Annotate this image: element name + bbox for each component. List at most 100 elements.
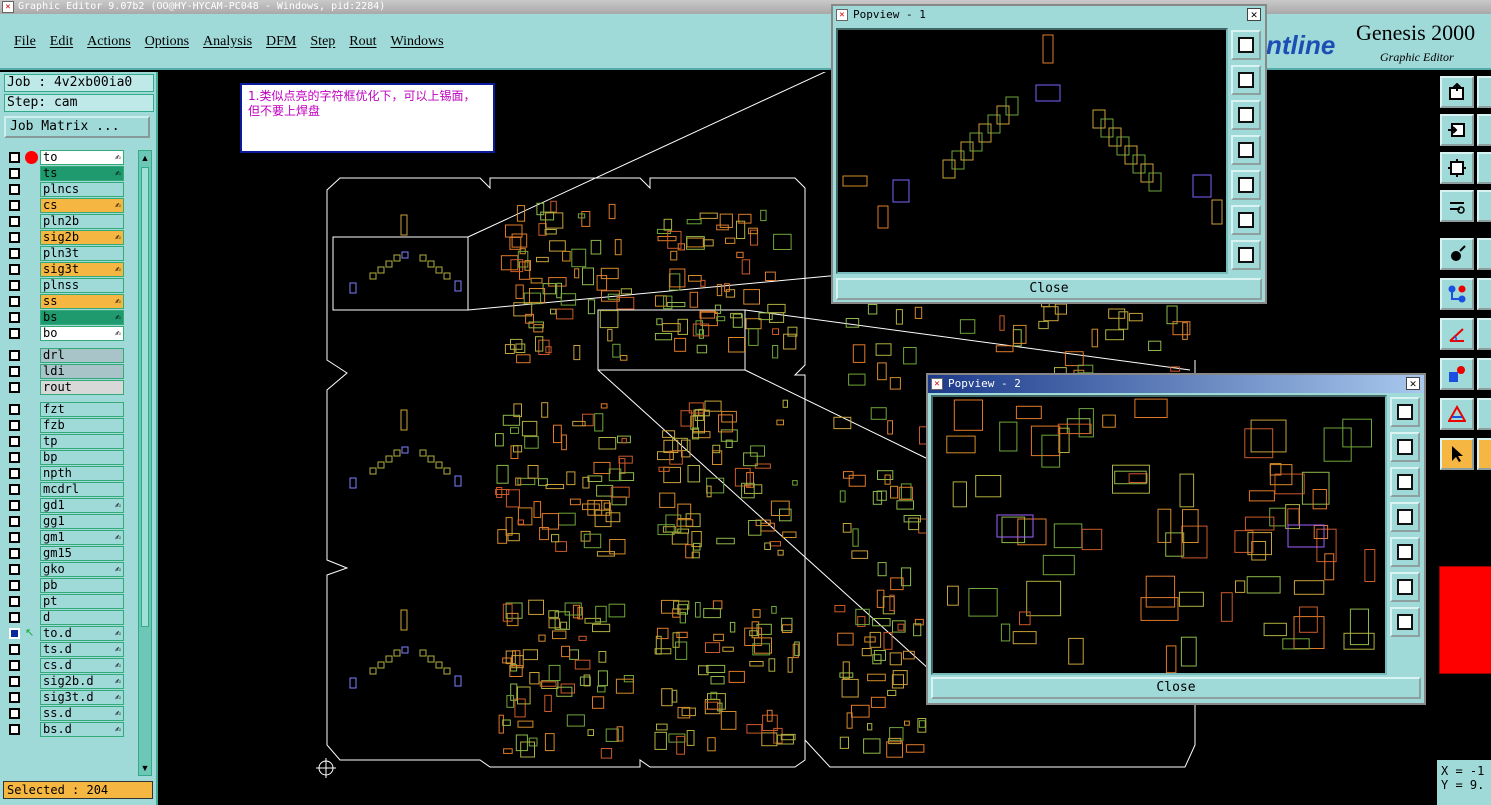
popview-2-close-button[interactable]: Close (931, 677, 1421, 699)
layer-name-button[interactable]: sig3t ✍ (40, 262, 124, 277)
layer-name-button[interactable]: ss ✍ (40, 294, 124, 309)
zoom-in-button[interactable] (1440, 114, 1474, 146)
layer-row-sig3t[interactable]: sig3t ✍ (4, 262, 138, 277)
layer-checkbox[interactable] (9, 264, 20, 275)
layer-name-button[interactable]: ts.d ✍ (40, 642, 124, 657)
layer-row-cs-d[interactable]: cs.d ✍ (4, 658, 138, 673)
layer-row-pln2b[interactable]: pln2b (4, 214, 138, 229)
popview-2-pan-left-button[interactable] (1390, 502, 1420, 532)
layer-name-button[interactable]: sig3t.d ✍ (40, 690, 124, 705)
layer-name-button[interactable]: mcdrl (40, 482, 124, 497)
layer-row-gm15[interactable]: gm15 (4, 546, 138, 561)
popview-1-close-button[interactable]: Close (836, 278, 1262, 300)
layer-checkbox[interactable] (9, 532, 20, 543)
toolbar-extra-8[interactable] (1477, 358, 1491, 390)
layer-row-d[interactable]: d (4, 610, 138, 625)
popview-2-fit-out-button[interactable] (1390, 607, 1420, 637)
layer-checkbox[interactable] (9, 724, 20, 735)
popview-1-zoom-up-button[interactable] (1231, 65, 1261, 95)
overview-thumbnail[interactable] (1439, 566, 1491, 674)
layer-checkbox[interactable] (9, 420, 20, 431)
layer-row-mcdrl[interactable]: mcdrl (4, 482, 138, 497)
layer-checkbox[interactable] (9, 644, 20, 655)
toolbar-extra-7[interactable] (1477, 318, 1491, 350)
layer-checkbox[interactable] (9, 404, 20, 415)
layer-row-bo[interactable]: bo ✍ (4, 326, 138, 341)
layer-row-to-d[interactable]: ↖ to.d ✍ (4, 626, 138, 641)
popview-2-window[interactable]: ✕ Popview - 2 ✕ Close (926, 373, 1426, 705)
layer-checkbox[interactable] (9, 248, 20, 259)
layer-name-button[interactable]: pln2b (40, 214, 124, 229)
layer-checkbox[interactable] (9, 328, 20, 339)
toolbar-extra-2[interactable] (1477, 114, 1491, 146)
layer-name-button[interactable]: cs.d ✍ (40, 658, 124, 673)
layer-checkbox[interactable] (9, 612, 20, 623)
angle-button[interactable] (1440, 318, 1474, 350)
layer-row-cs[interactable]: cs ✍ (4, 198, 138, 213)
popview-1-pan-left-button[interactable] (1231, 135, 1261, 165)
layer-row-ts[interactable]: ts ✍ (4, 166, 138, 181)
close-icon[interactable]: ✕ (1247, 8, 1261, 21)
layer-checkbox[interactable] (9, 596, 20, 607)
layer-name-button[interactable]: pb (40, 578, 124, 593)
popview-1-window[interactable]: ✕ Popview - 1 ✕ Close (831, 4, 1267, 304)
layer-name-button[interactable]: ss.d ✍ (40, 706, 124, 721)
layer-row-fzt[interactable]: fzt (4, 402, 138, 417)
layer-name-button[interactable]: drl (40, 348, 124, 363)
layer-name-button[interactable]: ldi (40, 364, 124, 379)
popview-1-canvas[interactable] (836, 28, 1228, 274)
add-feature-button[interactable] (1440, 238, 1474, 270)
layer-name-button[interactable]: pt (40, 594, 124, 609)
scroll-thumb[interactable] (141, 167, 149, 627)
layer-row-ts-d[interactable]: ts.d ✍ (4, 642, 138, 657)
layer-row-sig2b-d[interactable]: sig2b.d ✍ (4, 674, 138, 689)
layer-row-tp[interactable]: tp (4, 434, 138, 449)
layer-name-button[interactable]: gko ✍ (40, 562, 124, 577)
layer-row-gd1[interactable]: gd1 ✍ (4, 498, 138, 513)
layer-name-button[interactable]: gm1 ✍ (40, 530, 124, 545)
layer-row-ss[interactable]: ss ✍ (4, 294, 138, 309)
layer-name-button[interactable]: d (40, 610, 124, 625)
layer-row-plnss[interactable]: plnss (4, 278, 138, 293)
layer-checkbox[interactable] (9, 580, 20, 591)
layer-scrollbar[interactable]: ▲ ▼ (138, 150, 152, 776)
layer-name-button[interactable]: cs ✍ (40, 198, 124, 213)
layer-name-button[interactable]: bp (40, 450, 124, 465)
layer-checkbox[interactable] (9, 280, 20, 291)
layer-checkbox[interactable] (9, 312, 20, 323)
toolbar-extra-3[interactable] (1477, 152, 1491, 184)
popview-2-titlebar[interactable]: ✕ Popview - 2 ✕ (928, 375, 1424, 393)
layer-row-drl[interactable]: drl (4, 348, 138, 363)
layer-row-pt[interactable]: pt (4, 594, 138, 609)
toolbar-extra-10[interactable] (1477, 438, 1491, 470)
scroll-up-icon[interactable]: ▲ (139, 152, 151, 164)
layer-name-button[interactable]: gm15 (40, 546, 124, 561)
layer-checkbox[interactable] (9, 296, 20, 307)
layer-checkbox[interactable] (9, 692, 20, 703)
layer-name-button[interactable]: bo ✍ (40, 326, 124, 341)
layer-checkbox[interactable] (9, 564, 20, 575)
transform-button[interactable] (1440, 358, 1474, 390)
menu-rout[interactable]: Rout (349, 34, 376, 50)
popview-1-fit-in-button[interactable] (1231, 205, 1261, 235)
menu-actions[interactable]: Actions (87, 34, 131, 50)
layer-name-button[interactable]: ts ✍ (40, 166, 124, 181)
layer-name-button[interactable]: bs.d ✍ (40, 722, 124, 737)
menu-windows[interactable]: Windows (391, 34, 444, 50)
layer-row-bp[interactable]: bp (4, 450, 138, 465)
layer-checkbox[interactable] (9, 382, 20, 393)
layer-checkbox[interactable] (9, 436, 20, 447)
popview-2-zoom-up-button[interactable] (1390, 432, 1420, 462)
connect-button[interactable] (1440, 278, 1474, 310)
layer-name-button[interactable]: gd1 ✍ (40, 498, 124, 513)
popview-2-zoom-down-button[interactable] (1390, 467, 1420, 497)
toolbar-extra-1[interactable] (1477, 76, 1491, 108)
layer-row-gg1[interactable]: gg1 (4, 514, 138, 529)
layer-row-pln3t[interactable]: pln3t (4, 246, 138, 261)
layer-row-sig2b[interactable]: sig2b ✍ (4, 230, 138, 245)
popview-1-pan-right-button[interactable] (1231, 170, 1261, 200)
layer-name-button[interactable]: sig2b ✍ (40, 230, 124, 245)
layer-checkbox[interactable] (9, 676, 20, 687)
layer-checkbox[interactable] (9, 548, 20, 559)
menu-edit[interactable]: Edit (50, 34, 73, 50)
